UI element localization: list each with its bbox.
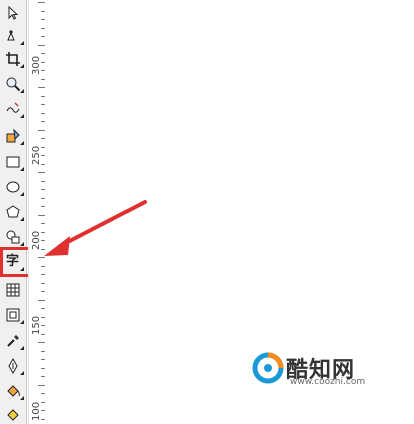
polygon-tool-icon (5, 204, 20, 217)
ruler-tick (38, 384, 45, 386)
basic-shapes-tool-icon (6, 230, 19, 243)
ellipse-tool-button[interactable] (2, 176, 24, 197)
flyout-indicator (20, 114, 24, 118)
interactive-fill-tool-icon (6, 408, 19, 421)
ruler-tick (38, 214, 45, 216)
flyout-indicator (20, 167, 24, 171)
flyout-indicator (20, 192, 24, 196)
zoom-tool-icon (6, 77, 20, 91)
crop-tool-button[interactable] (2, 48, 24, 69)
ruler-tick (38, 172, 45, 173)
interactive-fill-tool-button[interactable] (2, 403, 23, 424)
flyout-indicator (20, 396, 24, 400)
ruler-tick (38, 299, 45, 301)
shape-tool-button[interactable] (2, 25, 24, 46)
ruler-tick (38, 44, 45, 46)
flyout-indicator (20, 242, 24, 246)
crop-tool-icon (5, 51, 20, 66)
eyedropper-tool-icon (6, 334, 19, 347)
flyout-indicator (20, 141, 24, 145)
ruler-tick (38, 2, 45, 3)
basic-shapes-tool-button[interactable] (2, 226, 24, 247)
shape-tool-icon (6, 29, 15, 40)
ruler-tick (38, 257, 45, 258)
flyout-indicator (20, 320, 24, 324)
polygon-tool-button[interactable] (2, 201, 24, 222)
contour-tool-icon (6, 308, 19, 321)
toolbox: 字 (0, 0, 27, 424)
flyout-indicator (20, 41, 24, 45)
pick-tool-button[interactable] (2, 2, 23, 23)
smart-fill-tool-icon (6, 128, 20, 142)
flyout-indicator (20, 217, 24, 221)
table-tool-button[interactable] (2, 279, 23, 300)
rectangle-tool-button[interactable] (2, 151, 24, 172)
ruler-tick (38, 87, 45, 88)
freehand-tool-button[interactable] (2, 98, 24, 119)
vertical-ruler: 300 250 200 150 100 (28, 0, 46, 424)
outline-pen-tool-icon (7, 357, 18, 374)
ruler-tick (38, 342, 45, 343)
table-tool-icon (6, 283, 19, 296)
flyout-indicator (20, 64, 24, 68)
contour-tool-button[interactable] (2, 304, 24, 325)
ellipse-tool-icon (6, 181, 19, 192)
eyedropper-tool-button[interactable] (2, 330, 24, 351)
fill-tool-icon (6, 384, 20, 397)
rectangle-tool-icon (6, 156, 19, 167)
outline-pen-tool-button[interactable] (2, 355, 24, 376)
smart-fill-tool-button[interactable] (2, 125, 24, 146)
fill-tool-button[interactable] (2, 380, 24, 401)
ruler-tick (38, 129, 45, 131)
freehand-tool-icon (6, 101, 19, 113)
drawing-canvas[interactable] (45, 0, 414, 424)
zoom-tool-button[interactable] (2, 73, 24, 94)
flyout-indicator (20, 346, 24, 350)
watermark-url: www.coozhi.com (290, 377, 366, 387)
flyout-indicator (20, 89, 24, 93)
flyout-indicator (20, 371, 24, 375)
coozhi-logo-icon (252, 352, 284, 384)
pick-tool-icon (8, 5, 18, 20)
